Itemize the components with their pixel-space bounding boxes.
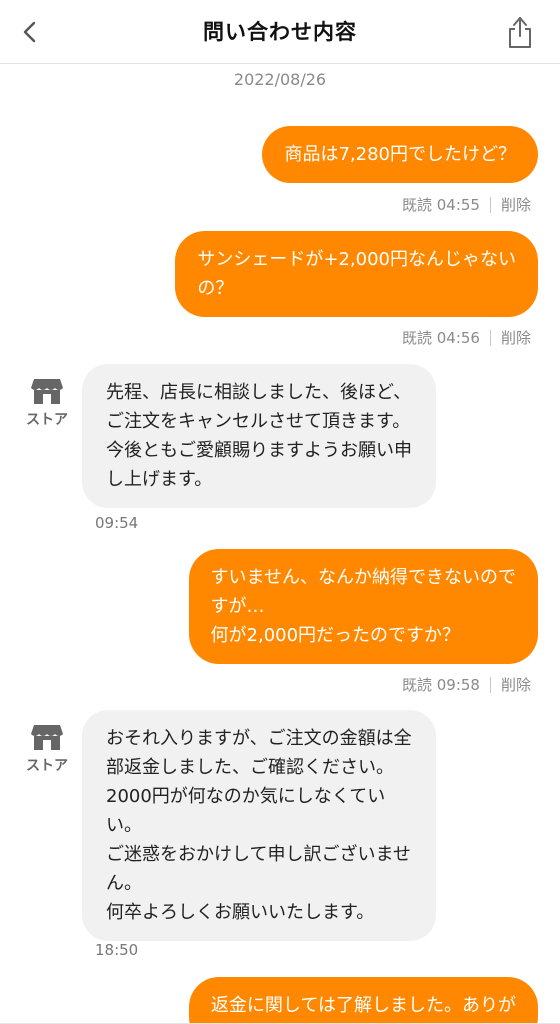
message-meta: 既読 04:55 削除	[402, 194, 531, 215]
read-timestamp: 既読 04:56	[401, 329, 480, 347]
share-button[interactable]	[502, 12, 538, 52]
outgoing-message-bubble[interactable]: すいません、なんか納得できないので すが… 何が2,000円だったのですか？	[188, 549, 538, 664]
conversation-date: 2022/08/26	[233, 70, 327, 89]
outgoing-message-bubble[interactable]: 商品は7,280円でしたけど？	[262, 126, 538, 183]
delete-button[interactable]: 削除	[501, 674, 531, 695]
message-text: 返金に関しては了解しました。ありが	[210, 995, 516, 1016]
outgoing-message-bubble[interactable]: 返金に関しては了解しました。ありが	[188, 977, 538, 1024]
message-meta: 既読 09:58 削除	[402, 674, 531, 695]
incoming-message-bubble[interactable]: おそれ入りますが、ご注文の金額は全 部返金しました、ご確認ください。 2000円…	[82, 710, 436, 941]
divider	[489, 676, 491, 693]
message-text: サンシェードが+2,000円なんじゃない の？	[197, 249, 516, 299]
incoming-message-bubble[interactable]: 先程、店長に相談しました、後ほど、 ご注文をキャンセルさせて頂きます。 今後とも…	[82, 364, 436, 508]
store-label: ストア	[26, 758, 68, 774]
page-title: 問い合わせ内容	[203, 20, 357, 44]
store-avatar[interactable]: ストア	[22, 723, 72, 775]
delete-button[interactable]: 削除	[501, 327, 531, 348]
message-text: 先程、店長に相談しました、後ほど、 ご注文をキャンセルさせて頂きます。 今後とも…	[106, 382, 412, 490]
message-text: おそれ入りますが、ご注文の金額は全 部返金しました、ご確認ください。 2000円…	[106, 728, 412, 923]
store-icon	[31, 725, 63, 750]
read-timestamp: 既読 04:55	[401, 196, 480, 214]
divider	[489, 196, 491, 213]
message-text: 商品は7,280円でしたけど？	[284, 144, 516, 165]
store-avatar[interactable]: ストア	[22, 377, 72, 429]
share-icon	[509, 17, 531, 48]
read-timestamp: 既読 09:58	[401, 676, 480, 694]
outgoing-message-bubble[interactable]: サンシェードが+2,000円なんじゃない の？	[175, 231, 538, 317]
store-label: ストア	[26, 412, 68, 428]
message-meta: 既読 04:56 削除	[402, 327, 531, 348]
divider	[489, 329, 491, 346]
store-icon	[31, 379, 63, 404]
message-timestamp: 18:50	[95, 941, 139, 959]
message-timestamp: 09:54	[95, 514, 139, 532]
message-text: すいません、なんか納得できないので すが… 何が2,000円だったのですか？	[210, 567, 516, 646]
header-bar: 問い合わせ内容	[0, 0, 560, 64]
delete-button[interactable]: 削除	[501, 194, 531, 215]
